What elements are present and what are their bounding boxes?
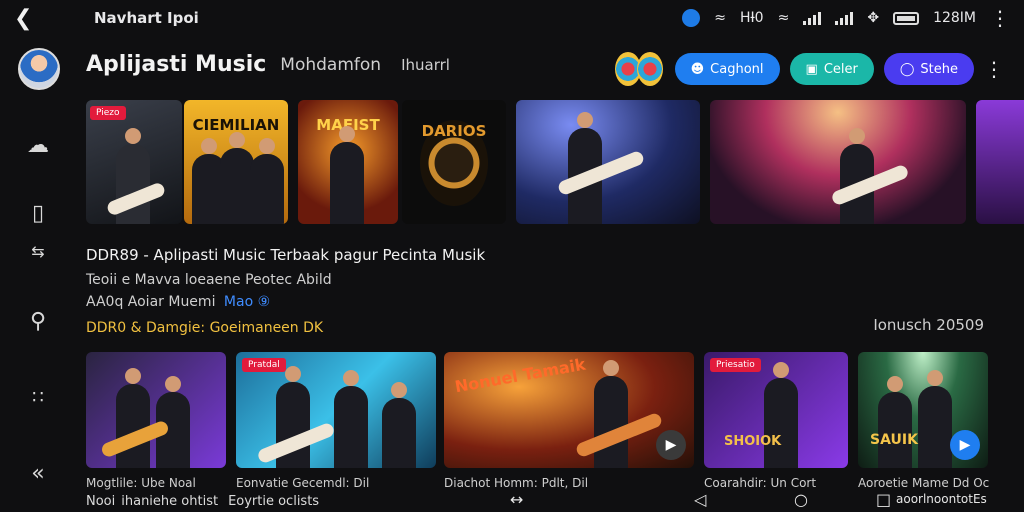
battery-icon <box>893 11 920 25</box>
bottom-card-3-figure <box>594 360 628 468</box>
action-button-1-label: Caghonl <box>710 61 764 77</box>
description-line-2: Teoii e Mavva loeaene Peotec Abild <box>86 272 332 288</box>
wifi-signal-icon: ≈ <box>777 10 790 26</box>
bottom-card-3-caption: Diachot Homm: Pdlt, Dil <box>444 476 589 490</box>
image-icon: ▣ <box>805 61 818 77</box>
top-tile-4-title: DARIOS <box>421 122 487 140</box>
status-right: ≈ HƗ0 ≈ ✥ 128IM ⋮ <box>682 8 1010 28</box>
user-icon: ☻ <box>690 61 705 77</box>
top-tile-3-figure <box>330 126 364 224</box>
header-actions: ☻ Caghonl ▣ Celer ◯ Stehe ⋮ <box>614 52 1004 86</box>
bottom-card-4[interactable]: Priesatio SHOIOK <box>704 352 848 468</box>
bottom-card-5-caption: Aoroetie Mame Dd Oc <box>858 476 990 490</box>
signal2-icon <box>835 11 854 25</box>
nav-back-icon[interactable]: ◁ <box>694 490 706 509</box>
header-subtitle: Mohdamfon <box>280 54 382 75</box>
description-line-3: AA0q Aoiar Muemi Mao ⑨ <box>86 294 485 318</box>
bottom-card-5-play-icon[interactable]: ▶ <box>950 430 980 460</box>
clock: 128IM <box>933 10 976 26</box>
header-subtitle-2: Ihuarrl <box>401 55 450 74</box>
bottom-card-2-tag: Pratdal <box>242 358 286 372</box>
headline: DDR89 - Aplipasti Music Terbaak pagur Pe… <box>86 246 486 264</box>
description-block: DDR89 - Aplipasti Music Terbaak pagur Pe… <box>86 246 485 342</box>
download-icon[interactable]: ☁ <box>24 132 52 160</box>
status-more-icon[interactable]: ⋮ <box>990 8 1010 28</box>
bottom-card-1-figure-a <box>116 368 150 468</box>
description-line-3-badge[interactable]: Mao ⑨ <box>224 294 270 310</box>
bottom-card-2-caption: Eonvatie Gecemdl: Dil <box>236 476 370 490</box>
back-arrow-icon[interactable]: ❮ <box>14 6 54 31</box>
description-line-4: DDR0 & Damgie: Goeimaneen DK <box>86 320 324 336</box>
top-tile-3[interactable]: MAEIST <box>298 100 398 224</box>
action-button-3-label: Stehe <box>920 61 958 77</box>
nav-swap-icon[interactable]: ↔ <box>510 490 523 509</box>
action-button-1[interactable]: ☻ Caghonl <box>674 53 780 85</box>
nav-left-text-3: Eoyrtie oclists <box>228 493 320 509</box>
bottom-card-5[interactable]: SAUIK ▶ <box>858 352 988 468</box>
wifi-icon: ≈ <box>714 10 727 26</box>
bottom-card-2-figure-b <box>334 370 368 468</box>
signal-icon <box>803 11 822 25</box>
bottom-card-5-figure-a <box>878 376 912 468</box>
date-label: Ionusch 20509 <box>873 316 984 334</box>
action-button-3[interactable]: ◯ Stehe <box>883 53 974 85</box>
left-rail: ☁ ▯ ⇆ ⚲ ∷ « <box>0 40 72 512</box>
nav-recents-icon[interactable]: □ <box>876 490 891 509</box>
bottom-card-4-tag: Priesatio <box>710 358 761 372</box>
header-more-icon[interactable]: ⋮ <box>984 59 1004 79</box>
top-tile-1[interactable]: Piezo <box>86 100 182 224</box>
search-icon[interactable]: ⚲ <box>24 308 52 336</box>
bottom-card-5-figure-b <box>918 370 952 468</box>
grid-icon[interactable]: ∷ <box>24 384 52 412</box>
nav-left-text-2: ihaniehe ohtist <box>121 493 219 509</box>
bottom-card-2[interactable]: Pratdal <box>236 352 436 468</box>
top-tile-2-figure-c <box>250 138 284 224</box>
app-root: ❮ Navhart Ipoi ≈ HƗ0 ≈ ✥ 128IM ⋮ ☁ ▯ ⇆ ⚲… <box>0 0 1024 512</box>
top-tile-2-figure-b <box>220 132 254 224</box>
action-button-2[interactable]: ▣ Celer <box>789 53 874 85</box>
bottom-card-1-caption: Mogtlile: Ube Noal <box>86 476 196 490</box>
bottom-card-5-title: SAUIK <box>870 432 918 448</box>
notification-dot-icon <box>682 9 701 27</box>
clipboard-icon[interactable]: ▯ <box>24 200 52 228</box>
circle-icon: ◯ <box>899 61 915 77</box>
nav-left-text: Nooi <box>86 493 116 509</box>
menu-lines-icon[interactable]: ⇆ <box>24 238 52 266</box>
bottom-card-2-figure-c <box>382 382 416 468</box>
avatar[interactable] <box>18 48 60 90</box>
top-tile-1-tag: Piezo <box>90 106 126 120</box>
status-bar: ❮ Navhart Ipoi ≈ HƗ0 ≈ ✥ 128IM ⋮ <box>0 0 1024 36</box>
top-tile-6[interactable] <box>710 100 966 224</box>
app-title: Aplijasti Music <box>86 52 267 77</box>
bottom-card-3[interactable]: Nonuel Tamaik ▶ <box>444 352 694 468</box>
bottom-card-4-title: SHOIOK <box>724 434 782 449</box>
network-label: HƗ0 <box>740 10 764 26</box>
collapse-icon[interactable]: « <box>24 460 52 488</box>
bottom-card-4-figure <box>764 362 798 468</box>
description-line-3-text: AA0q Aoiar Muemi <box>86 294 216 310</box>
profile-badges-icon[interactable] <box>614 52 665 86</box>
top-tile-5[interactable] <box>516 100 700 224</box>
bottom-card-4-caption: Coarahdir: Un Cort <box>704 476 817 490</box>
nav-home-icon[interactable]: ○ <box>794 490 808 509</box>
bottom-card-1[interactable] <box>86 352 226 468</box>
status-title: Navhart Ipoi <box>94 9 199 27</box>
top-tile-7[interactable] <box>976 100 1024 224</box>
nav-right-text: aoorlnoontotEs <box>896 492 987 506</box>
header: Aplijasti Music Mohdamfon Ihuarrl <box>86 52 450 77</box>
bottom-card-3-play-icon[interactable]: ▶ <box>656 430 686 460</box>
top-tile-2[interactable]: CIEMILIAN <box>184 100 288 224</box>
top-tile-4[interactable]: DARIOS <box>402 100 506 224</box>
hotspot-icon: ✥ <box>867 10 880 26</box>
action-button-2-label: Celer <box>823 61 858 77</box>
bottom-card-3-title: Nonuel Tamaik <box>453 354 587 397</box>
